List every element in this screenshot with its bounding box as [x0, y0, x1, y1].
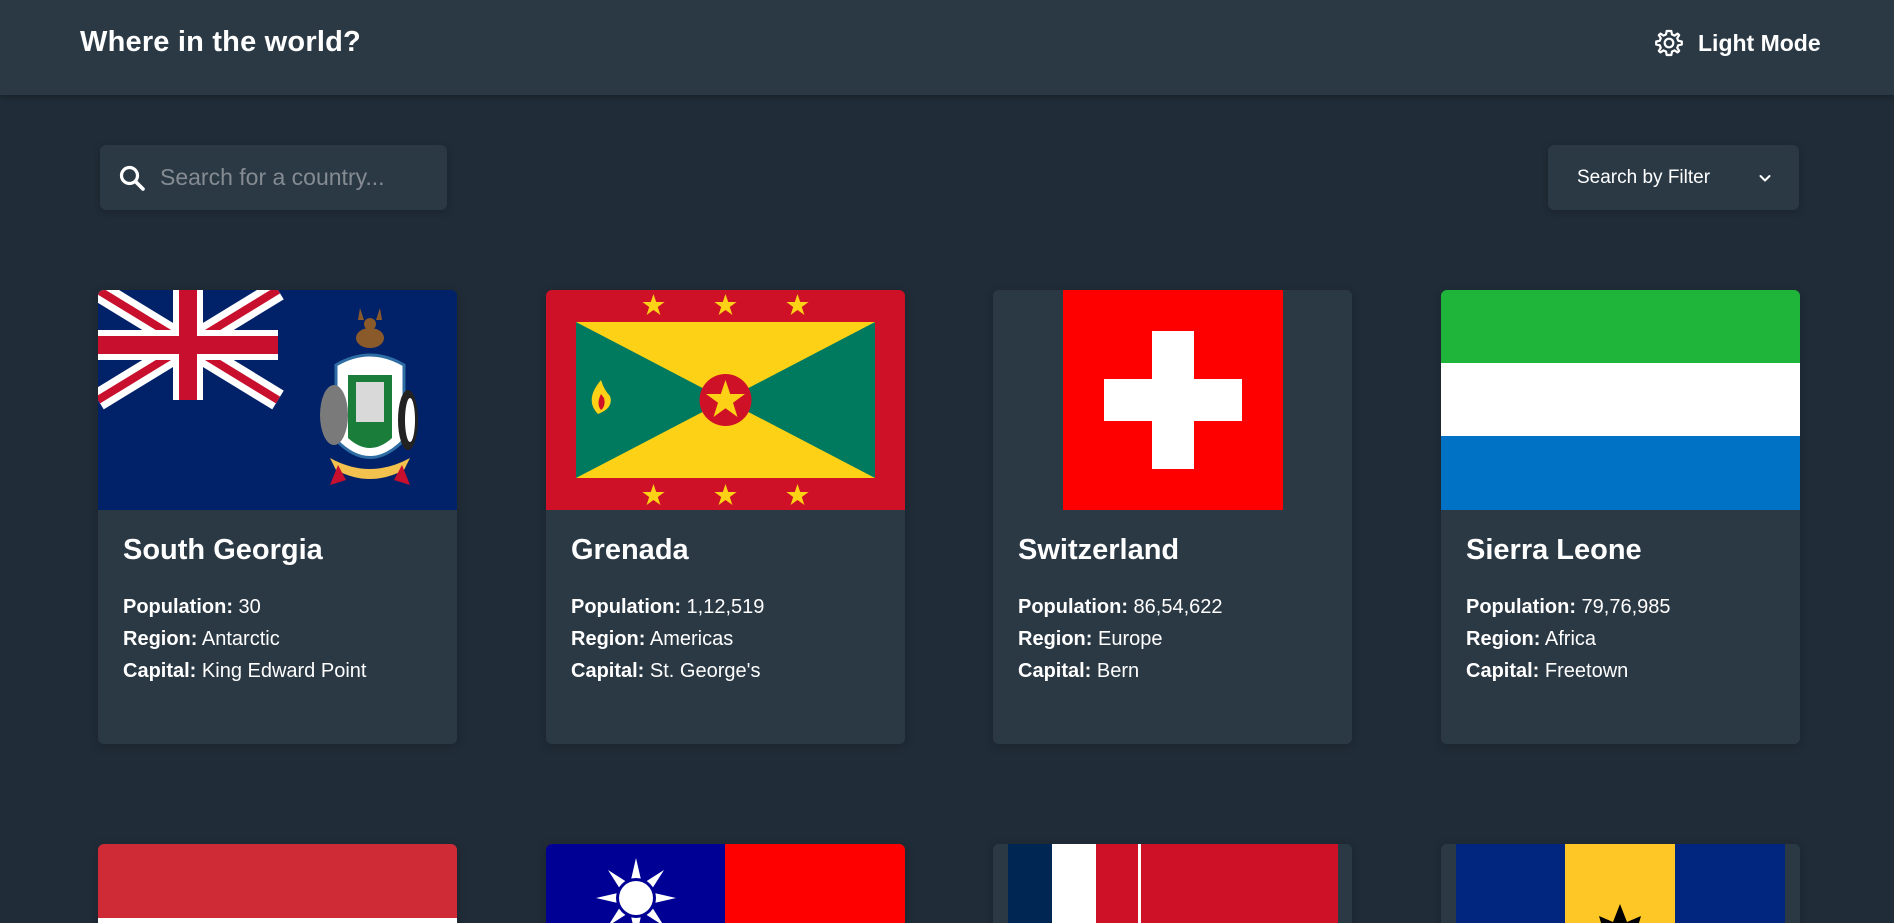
population-row: Population: 86,54,622: [1018, 591, 1223, 623]
sierra-leone-flag: [1441, 290, 1800, 510]
region-label: Region:: [1018, 628, 1093, 650]
theme-toggle-button[interactable]: Light Mode: [1654, 26, 1821, 60]
app-title: Where in the world?: [80, 26, 361, 58]
region-value: Europe: [1098, 628, 1163, 650]
country-card[interactable]: South Georgia Population: 30 Region: Ant…: [98, 290, 457, 744]
capital-value: Bern: [1096, 660, 1140, 682]
region-filter-dropdown[interactable]: Search by Filter: [1548, 145, 1799, 210]
switzerland-flag: [993, 290, 1352, 510]
region-row: Region: Antarctic: [123, 623, 366, 655]
population-row: Population: 1,12,519: [571, 591, 764, 623]
country-card[interactable]: [993, 844, 1352, 923]
population-label: Population:: [1466, 596, 1576, 618]
search-box[interactable]: [100, 145, 447, 210]
capital-row: Capital: King Edward Point: [123, 655, 366, 687]
region-label: Region:: [1466, 628, 1541, 650]
country-name: Sierra Leone: [1466, 534, 1642, 566]
region-value: Antarctic: [201, 628, 280, 650]
search-input[interactable]: [160, 164, 440, 191]
gear-icon: [1655, 29, 1683, 57]
filter-label: Search by Filter: [1577, 166, 1711, 188]
country-card[interactable]: [98, 844, 457, 923]
capital-value: St. George's: [649, 660, 761, 682]
theme-toggle-label: Light Mode: [1698, 29, 1821, 56]
capital-label: Capital:: [1466, 660, 1540, 682]
capital-row: Capital: Freetown: [1466, 655, 1671, 687]
population-label: Population:: [123, 596, 233, 618]
country-name: Switzerland: [1018, 534, 1180, 566]
taiwan-flag: [546, 844, 905, 923]
population-value: 79,76,985: [1581, 596, 1671, 618]
red-white-flag: [98, 844, 457, 923]
region-row: Region: Europe: [1018, 623, 1223, 655]
south-georgia-flag: [98, 290, 457, 510]
country-card[interactable]: Switzerland Population: 86,54,622 Region…: [993, 290, 1352, 744]
region-label: Region:: [571, 628, 646, 650]
chevron-down-icon: [1759, 174, 1771, 181]
search-icon: [119, 165, 145, 191]
grenada-flag: [546, 290, 905, 510]
population-value: 86,54,622: [1133, 596, 1223, 618]
saint-martin-flag: [993, 844, 1352, 923]
country-name: Grenada: [571, 534, 689, 566]
capital-value: Freetown: [1544, 660, 1629, 682]
country-card[interactable]: Sierra Leone Population: 79,76,985 Regio…: [1441, 290, 1800, 744]
population-value: 30: [238, 596, 261, 618]
region-row: Region: Africa: [1466, 623, 1671, 655]
capital-label: Capital:: [1018, 660, 1092, 682]
country-name: South Georgia: [123, 534, 323, 566]
population-row: Population: 30: [123, 591, 366, 623]
capital-row: Capital: Bern: [1018, 655, 1223, 687]
country-card[interactable]: Grenada Population: 1,12,519 Region: Ame…: [546, 290, 905, 744]
population-value: 1,12,519: [686, 596, 765, 618]
capital-value: King Edward Point: [201, 660, 367, 682]
barbados-flag: [1441, 844, 1800, 923]
country-card[interactable]: [546, 844, 905, 923]
region-value: Americas: [649, 628, 734, 650]
population-label: Population:: [571, 596, 681, 618]
capital-label: Capital:: [571, 660, 645, 682]
region-row: Region: Americas: [571, 623, 764, 655]
region-value: Africa: [1544, 628, 1597, 650]
top-header: Where in the world? Light Mode: [0, 0, 1894, 95]
capital-row: Capital: St. George's: [571, 655, 764, 687]
population-row: Population: 79,76,985: [1466, 591, 1671, 623]
population-label: Population:: [1018, 596, 1128, 618]
country-card[interactable]: [1441, 844, 1800, 923]
capital-label: Capital:: [123, 660, 197, 682]
region-label: Region:: [123, 628, 198, 650]
